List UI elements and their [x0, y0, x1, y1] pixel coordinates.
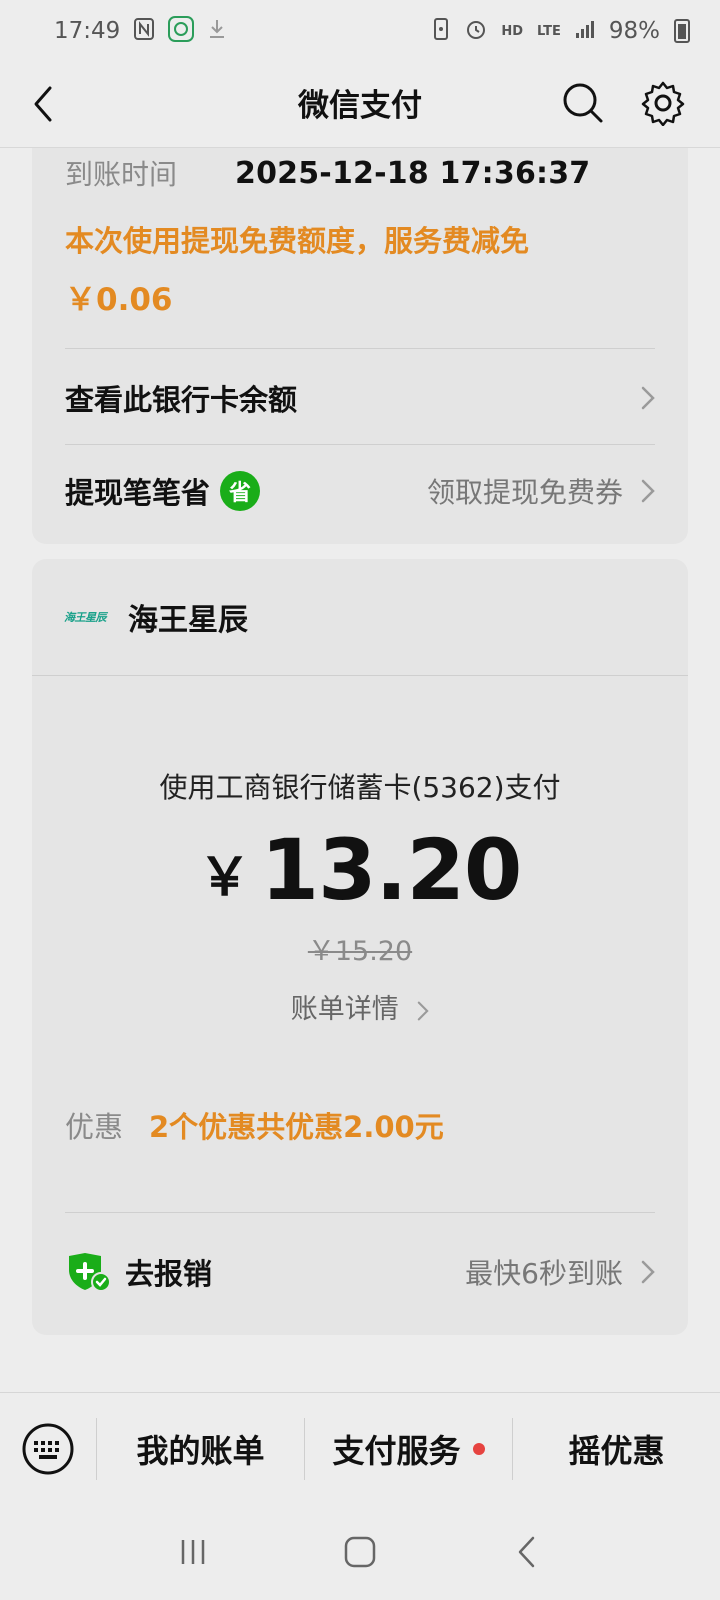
reimburse-row[interactable]: 去报销 最快6秒到账 — [65, 1227, 655, 1317]
withdraw-save-label: 提现笔笔省 — [65, 476, 211, 510]
chevron-right-icon — [641, 479, 655, 503]
chevron-right-icon — [641, 386, 655, 410]
payment-card: 海王星辰 海王星辰 使用工商银行储蓄卡(5362)支付 ￥ 13.20 ￥15.2… — [32, 559, 688, 1335]
status-right: HD LTE 98% — [431, 17, 690, 46]
check-balance-row[interactable]: 查看此银行卡余额 — [65, 352, 655, 444]
reimburse-left: 去报销 — [65, 1251, 212, 1293]
signal-icon — [575, 19, 595, 44]
settings-button[interactable] — [640, 80, 686, 127]
divider — [32, 675, 688, 676]
notification-dot — [472, 1442, 485, 1455]
tab-my-bills-label: 我的账单 — [136, 1431, 265, 1470]
search-icon — [563, 83, 603, 123]
reimburse-right: 最快6秒到账 — [465, 1252, 655, 1292]
battery-icon — [674, 19, 690, 43]
withdraw-save-row[interactable]: 提现笔笔省 省 领取提现免费券 — [65, 445, 655, 537]
home-icon — [344, 1536, 376, 1568]
check-balance-label: 查看此银行卡余额 — [65, 383, 298, 417]
page-title: 微信支付 — [298, 88, 422, 124]
withdraw-coupon-label: 领取提现免费券 — [426, 476, 623, 509]
merchant-row[interactable]: 海王星辰 海王星辰 — [64, 581, 248, 653]
arrival-card: 到账时间 2025-12-18 17:36:37 本次使用提现免费额度，服务费减… — [32, 148, 688, 544]
system-nav-bar — [0, 1504, 720, 1600]
bill-detail-link[interactable]: 账单详情 — [32, 987, 688, 1026]
tab-shake-offers[interactable]: 摇优惠 — [513, 1393, 720, 1505]
reimburse-shield-icon — [69, 1253, 111, 1292]
bottom-menu-bar: 我的账单 支付服务 摇优惠 — [0, 1392, 720, 1504]
vibrate-icon — [431, 17, 451, 46]
app-header: 微信支付 — [0, 62, 720, 148]
download-icon — [208, 18, 226, 45]
withdraw-save-left: 提现笔笔省 省 — [65, 470, 261, 512]
reimburse-speed: 最快6秒到账 — [465, 1257, 623, 1290]
discount-value: 2个优惠共优惠2.00元 — [149, 1110, 444, 1144]
tab-my-bills[interactable]: 我的账单 — [97, 1393, 304, 1505]
merchant-name: 海王星辰 — [128, 603, 248, 638]
discount-row: 优惠 2个优惠共优惠2.00元 — [65, 1104, 444, 1146]
battery-percent: 98% — [608, 18, 660, 44]
chevron-right-icon — [418, 1001, 429, 1020]
free-quota-note: 本次使用提现免费额度，服务费减免 — [65, 224, 530, 258]
app-notification-icon — [168, 15, 195, 47]
arrival-time-value: 2025-12-18 17:36:37 — [235, 155, 591, 191]
chevron-right-icon — [641, 1260, 655, 1284]
withdraw-coupon-right: 领取提现免费券 — [427, 471, 655, 511]
divider — [65, 348, 655, 349]
status-time: 17:49 — [54, 18, 121, 44]
nfc-icon — [134, 17, 155, 45]
system-back-icon — [518, 1536, 534, 1568]
original-amount: ￥15.20 — [307, 936, 413, 967]
payment-method: 使用工商银行储蓄卡(5362)支付 — [159, 771, 561, 804]
currency-symbol: ￥ — [198, 848, 251, 908]
tab-payment-services-label: 支付服务 — [332, 1431, 461, 1470]
keyboard-icon — [22, 1423, 74, 1474]
alarm-icon — [465, 18, 487, 45]
reimburse-label: 去报销 — [125, 1257, 213, 1291]
arrival-time-row: 到账时间 2025-12-18 17:36:37 — [65, 148, 590, 198]
system-back-button[interactable] — [497, 1522, 557, 1582]
tab-shake-offers-label: 摇优惠 — [568, 1431, 665, 1470]
lte-icon: LTE — [536, 23, 561, 39]
arrival-time-label: 到账时间 — [65, 158, 178, 191]
fee-waived-amount: ￥0.06 — [65, 282, 173, 318]
amount-value: 13.20 — [260, 821, 523, 919]
keyboard-toggle-button[interactable] — [0, 1393, 96, 1505]
recent-apps-icon — [182, 1540, 205, 1564]
merchant-logo: 海王星辰 — [64, 611, 107, 624]
gear-icon — [641, 81, 685, 127]
check-balance-right — [641, 386, 655, 410]
bill-detail-label: 账单详情 — [290, 994, 399, 1025]
status-left: 17:49 — [54, 15, 226, 47]
discount-label: 优惠 — [65, 1110, 124, 1144]
recent-apps-button[interactable] — [163, 1522, 223, 1582]
divider — [65, 1212, 655, 1213]
home-button[interactable] — [330, 1522, 390, 1582]
save-badge: 省 — [220, 471, 261, 511]
search-button[interactable] — [560, 80, 606, 126]
status-bar: 17:49 HD LTE 98% — [0, 0, 720, 62]
payment-amount: ￥ 13.20 — [32, 821, 688, 919]
hd-icon: HD — [501, 23, 523, 39]
tab-payment-services[interactable]: 支付服务 — [305, 1393, 512, 1505]
